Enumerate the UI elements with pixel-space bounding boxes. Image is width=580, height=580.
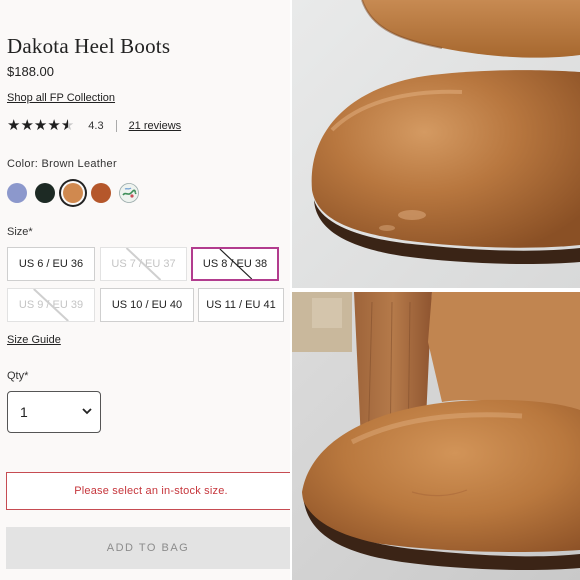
color-swatches — [7, 183, 139, 203]
swatch-rust[interactable] — [91, 183, 111, 203]
size-option-label: US 11 / EU 41 — [206, 299, 276, 311]
size-error-message: Please select an in-stock size. — [6, 472, 290, 510]
rating-row: ★ ★ ★ ★ ★ 4.3 21 reviews — [7, 117, 181, 135]
half-star-icon: ★ — [60, 117, 75, 134]
size-option-label: US 6 / EU 36 — [18, 258, 84, 270]
qty-label: Qty* — [7, 370, 29, 382]
star-icon: ★ — [33, 117, 48, 134]
size-option-label: US 10 / EU 40 — [111, 299, 183, 311]
size-option-us6[interactable]: US 6 / EU 36 — [7, 247, 95, 281]
swatch-black[interactable] — [35, 183, 55, 203]
size-option-us7[interactable]: US 7 / EU 37 — [100, 247, 187, 281]
rating-value: 4.3 — [88, 120, 104, 132]
swatch-print[interactable] — [119, 183, 139, 203]
size-option-us8[interactable]: US 8 / EU 38 — [191, 247, 279, 281]
size-option-us10[interactable]: US 10 / EU 40 — [100, 288, 194, 322]
add-to-bag-button[interactable]: ADD TO BAG — [6, 527, 290, 569]
size-option-us11[interactable]: US 11 / EU 41 — [198, 288, 284, 322]
swatch-brown-leather[interactable] — [63, 183, 83, 203]
star-rating: ★ ★ ★ ★ ★ — [7, 117, 74, 135]
size-option-label: US 8 / EU 38 — [202, 258, 268, 270]
product-panel: Dakota Heel Boots $188.00 Shop all FP Co… — [0, 0, 290, 580]
star-icon: ★ — [7, 117, 21, 134]
shop-collection-link[interactable]: Shop all FP Collection — [7, 92, 115, 104]
product-title: Dakota Heel Boots — [7, 34, 171, 58]
chevron-down-icon — [82, 408, 92, 415]
swatch-periwinkle[interactable] — [7, 183, 27, 203]
divider — [115, 120, 117, 132]
qty-value: 1 — [20, 404, 28, 420]
star-icon: ★ — [20, 117, 34, 134]
product-price: $188.00 — [7, 64, 54, 79]
reviews-link[interactable]: 21 reviews — [129, 120, 182, 132]
star-icon: ★ — [47, 117, 61, 134]
size-option-label: US 9 / EU 39 — [18, 299, 84, 311]
boot-heel-photo — [292, 292, 580, 580]
size-guide-link[interactable]: Size Guide — [7, 334, 61, 346]
boot-toe-photo — [292, 0, 580, 288]
size-option-us9[interactable]: US 9 / EU 39 — [7, 288, 95, 322]
qty-select[interactable]: 1 — [7, 391, 101, 433]
size-label: Size* — [7, 226, 33, 238]
size-option-label: US 7 / EU 37 — [111, 258, 176, 270]
print-pattern-icon — [119, 183, 139, 203]
color-label: Color: Brown Leather — [7, 158, 117, 170]
